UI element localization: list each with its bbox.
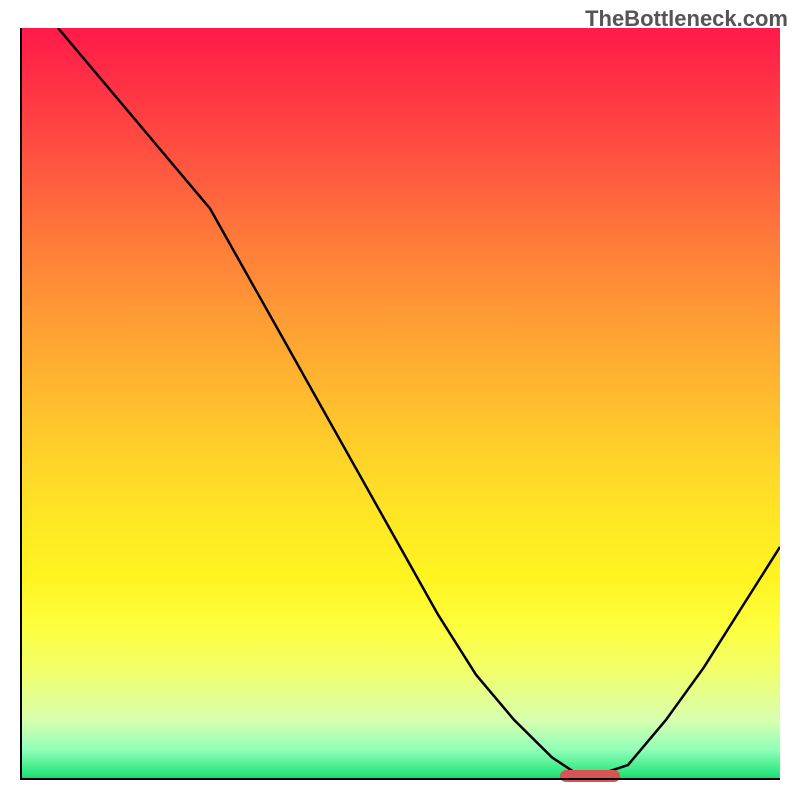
- bottleneck-chart: TheBottleneck.com: [0, 0, 800, 800]
- y-axis: [20, 28, 22, 780]
- optimal-range-marker: [560, 770, 621, 782]
- bottleneck-curve-path: [58, 28, 780, 773]
- watermark-text: TheBottleneck.com: [585, 6, 788, 32]
- curve-svg: [20, 28, 780, 780]
- x-axis: [20, 778, 780, 780]
- chart-plot-area: [20, 28, 780, 780]
